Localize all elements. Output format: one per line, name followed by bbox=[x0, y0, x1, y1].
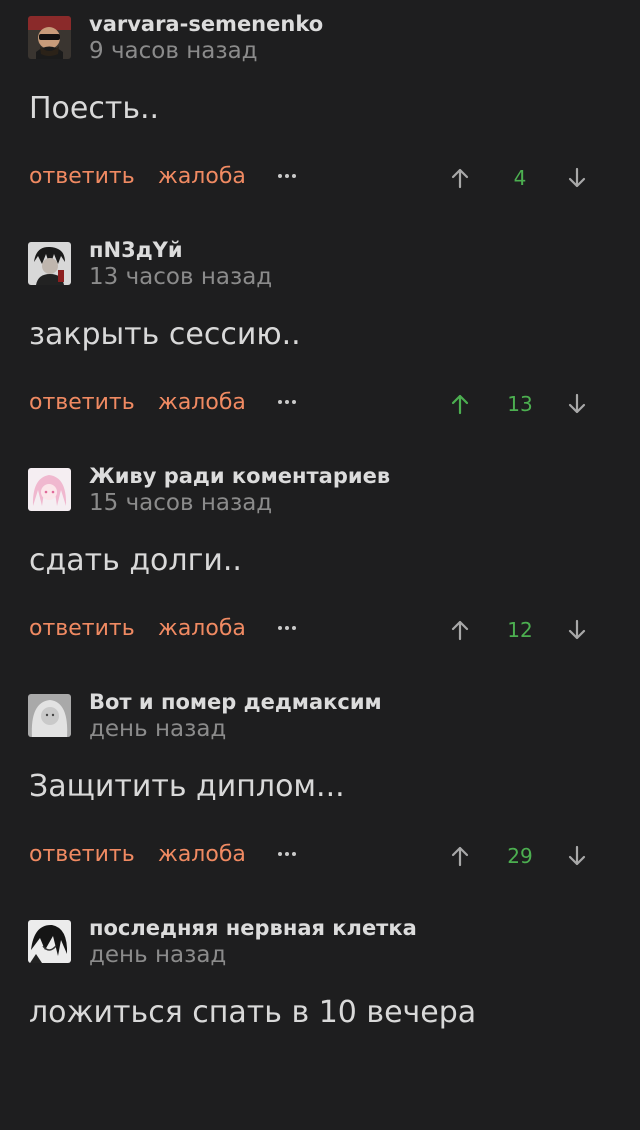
avatar[interactable] bbox=[28, 16, 71, 59]
username[interactable]: последняя нервная клетка bbox=[89, 916, 417, 940]
comment-actions: ответить жалоба 13 bbox=[0, 388, 640, 422]
vote-score: 12 bbox=[507, 618, 533, 642]
comment-actions: ответить жалоба 12 bbox=[0, 614, 640, 648]
avatar[interactable] bbox=[28, 468, 71, 511]
more-icon[interactable] bbox=[276, 850, 298, 858]
reply-button[interactable]: ответить bbox=[29, 390, 135, 415]
more-icon[interactable] bbox=[276, 398, 298, 406]
timestamp: день назад bbox=[89, 942, 227, 968]
comment-actions: ответить жалоба 4 bbox=[0, 162, 640, 196]
vote-score: 13 bbox=[507, 392, 533, 416]
reply-button[interactable]: ответить bbox=[29, 164, 135, 189]
downvote-arrow-icon[interactable] bbox=[565, 618, 589, 642]
comment-text: ложиться спать в 10 вечера bbox=[29, 995, 477, 1030]
avatar[interactable] bbox=[28, 920, 71, 963]
vote-score: 4 bbox=[513, 166, 527, 190]
comment: Вот и помер дедмаксим день назад Защитит… bbox=[0, 678, 640, 904]
avatar[interactable] bbox=[28, 694, 71, 737]
avatar[interactable] bbox=[28, 242, 71, 285]
report-button[interactable]: жалоба bbox=[158, 842, 246, 867]
comment-text: Поесть.. bbox=[29, 91, 160, 126]
upvote-arrow-icon[interactable] bbox=[448, 392, 472, 416]
downvote-arrow-icon[interactable] bbox=[565, 166, 589, 190]
report-button[interactable]: жалоба bbox=[158, 390, 246, 415]
comment: последняя нервная клетка день назад ложи… bbox=[0, 904, 640, 1130]
upvote-arrow-icon[interactable] bbox=[448, 166, 472, 190]
comment-actions: ответить жалоба 29 bbox=[0, 840, 640, 874]
more-icon[interactable] bbox=[276, 624, 298, 632]
username[interactable]: Вот и помер дедмаксим bbox=[89, 690, 382, 714]
report-button[interactable]: жалоба bbox=[158, 616, 246, 641]
downvote-arrow-icon[interactable] bbox=[565, 392, 589, 416]
reply-button[interactable]: ответить bbox=[29, 842, 135, 867]
more-icon[interactable] bbox=[276, 172, 298, 180]
comment-text: закрыть сессию.. bbox=[29, 317, 301, 352]
comment: varvara-semenenko 9 часов назад Поесть..… bbox=[0, 0, 640, 226]
comment-text: Защитить диплом... bbox=[29, 769, 345, 804]
upvote-arrow-icon[interactable] bbox=[448, 844, 472, 868]
vote-score: 29 bbox=[507, 844, 533, 868]
downvote-arrow-icon[interactable] bbox=[565, 844, 589, 868]
username[interactable]: Живу ради коментариев bbox=[89, 464, 390, 488]
upvote-arrow-icon[interactable] bbox=[448, 618, 472, 642]
timestamp: день назад bbox=[89, 716, 227, 742]
timestamp: 15 часов назад bbox=[89, 490, 273, 516]
comment: пN3дYй 13 часов назад закрыть сессию.. о… bbox=[0, 226, 640, 452]
username[interactable]: varvara-semenenko bbox=[89, 12, 323, 36]
username[interactable]: пN3дYй bbox=[89, 238, 183, 262]
comment: Живу ради коментариев 15 часов назад сда… bbox=[0, 452, 640, 678]
reply-button[interactable]: ответить bbox=[29, 616, 135, 641]
comment-text: сдать долги.. bbox=[29, 543, 242, 578]
timestamp: 13 часов назад bbox=[89, 264, 273, 290]
report-button[interactable]: жалоба bbox=[158, 164, 246, 189]
timestamp: 9 часов назад bbox=[89, 38, 258, 64]
